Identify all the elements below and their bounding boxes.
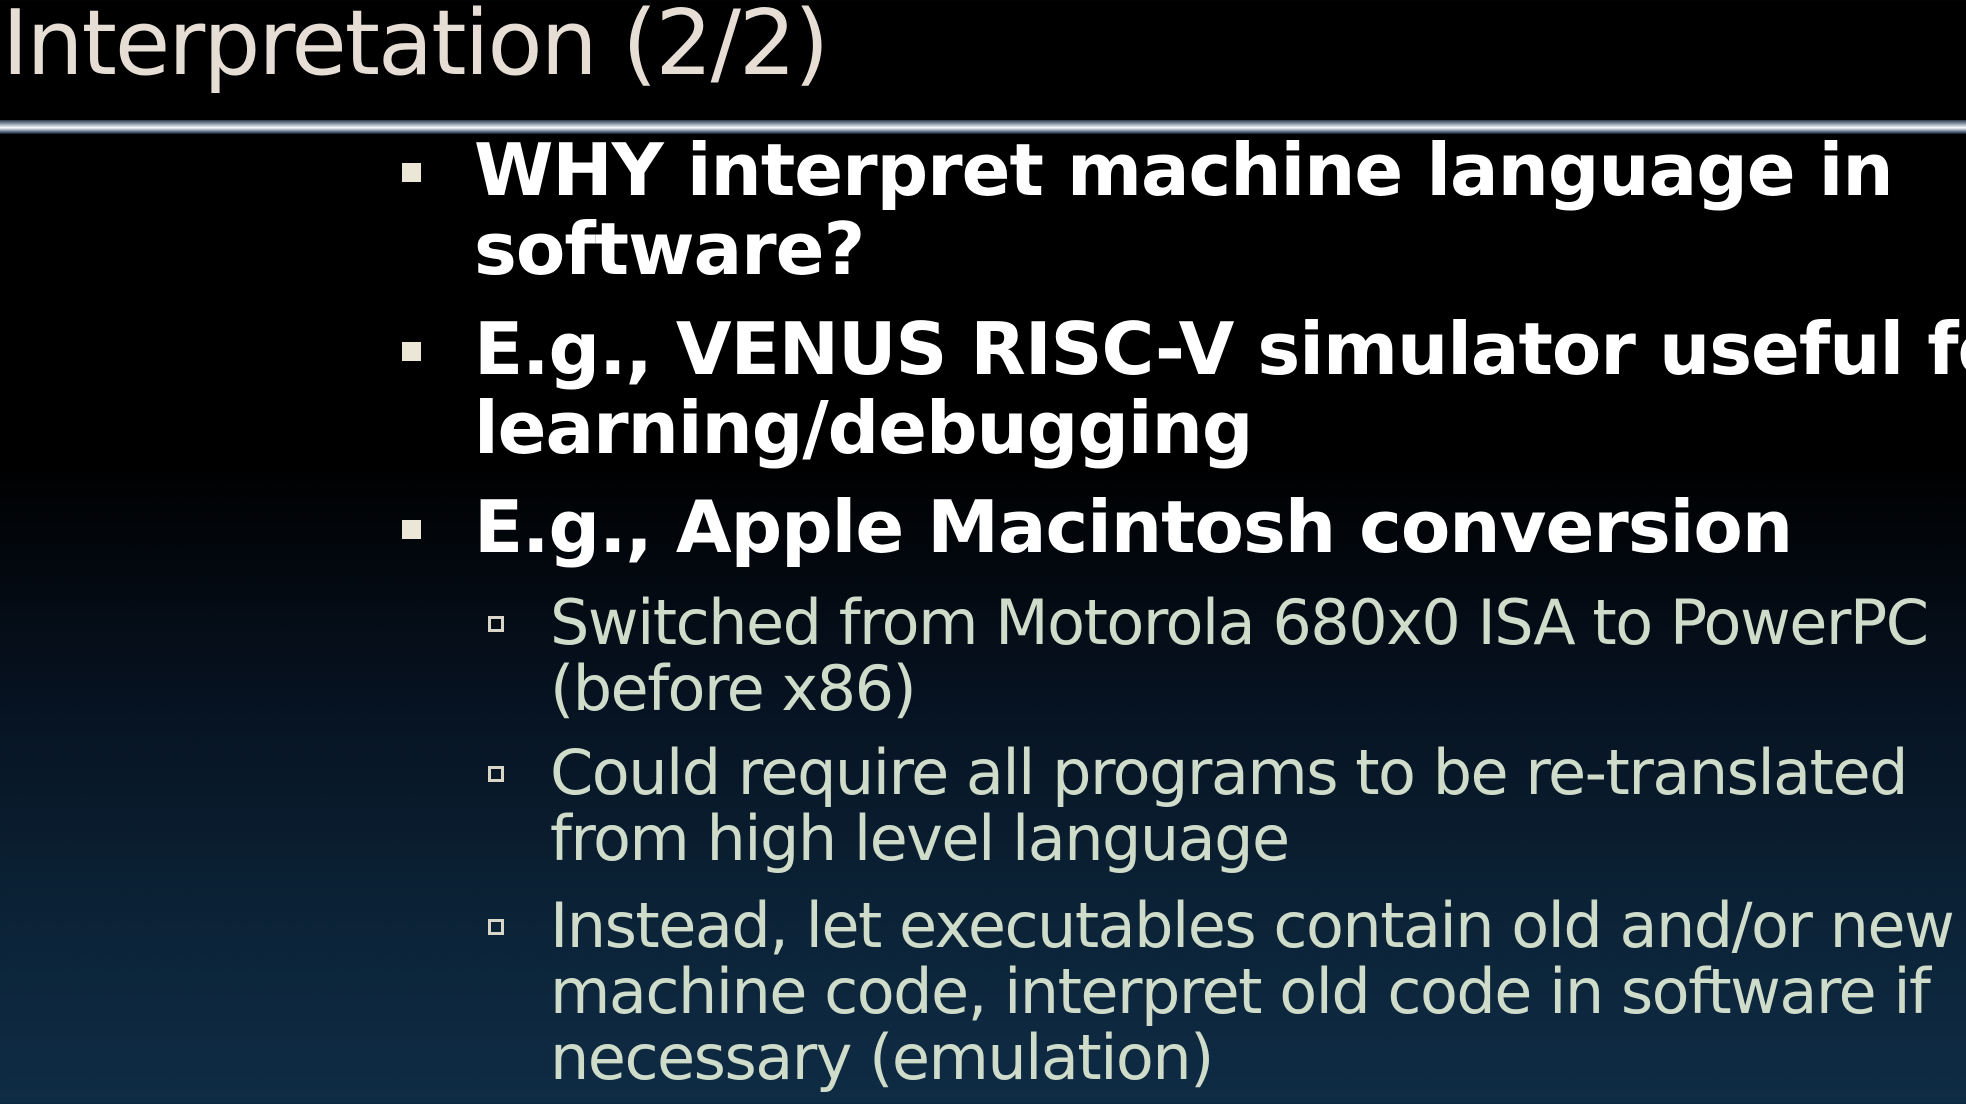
bullet-text-line: WHY interpret machine language in bbox=[474, 128, 1894, 212]
bullet-text-line: software? bbox=[474, 207, 865, 291]
sub-bullet-text-line: Could require all programs to be re-tran… bbox=[550, 736, 1908, 809]
sub-bullet-item: Could require all programs to be re-tran… bbox=[488, 736, 1960, 875]
slide-title: Interpretation (2/2) bbox=[2, 0, 829, 96]
bullet-text-line: E.g., VENUS RISC-V simulator useful for bbox=[474, 307, 1966, 391]
sub-bullet-item: Instead, let executables contain old and… bbox=[488, 889, 1960, 1094]
bullet-item: E.g., Apple Macintosh conversion bbox=[402, 485, 1954, 569]
square-bullet-icon bbox=[402, 163, 421, 182]
slide: Interpretation (2/2) WHY interpret machi… bbox=[0, 0, 1966, 1104]
sub-bullet-text-line: from high level language bbox=[550, 802, 1290, 875]
sub-bullet-text-line: machine code, interpret old code in soft… bbox=[550, 955, 1931, 1028]
sub-bullet-text-line: necessary (emulation) bbox=[550, 1021, 1214, 1094]
bullet-item: WHY interpret machine language in softwa… bbox=[402, 128, 1954, 291]
bullet-text-line: learning/debugging bbox=[474, 386, 1253, 470]
square-bullet-icon bbox=[402, 520, 421, 539]
bullet-item: E.g., VENUS RISC-V simulator useful for … bbox=[402, 307, 1966, 470]
square-bullet-icon bbox=[402, 342, 421, 361]
bullet-text-line: E.g., Apple Macintosh conversion bbox=[474, 485, 1793, 569]
sub-bullet-text-line: Switched from Motorola 680x0 ISA to Powe… bbox=[550, 586, 1929, 659]
sub-bullet-text-line: (before x86) bbox=[550, 652, 917, 725]
hollow-square-bullet-icon bbox=[488, 616, 504, 632]
hollow-square-bullet-icon bbox=[488, 919, 504, 935]
sub-bullet-item: Switched from Motorola 680x0 ISA to Powe… bbox=[488, 586, 1960, 725]
hollow-square-bullet-icon bbox=[488, 766, 504, 782]
sub-bullet-text-line: Instead, let executables contain old and… bbox=[550, 889, 1955, 962]
